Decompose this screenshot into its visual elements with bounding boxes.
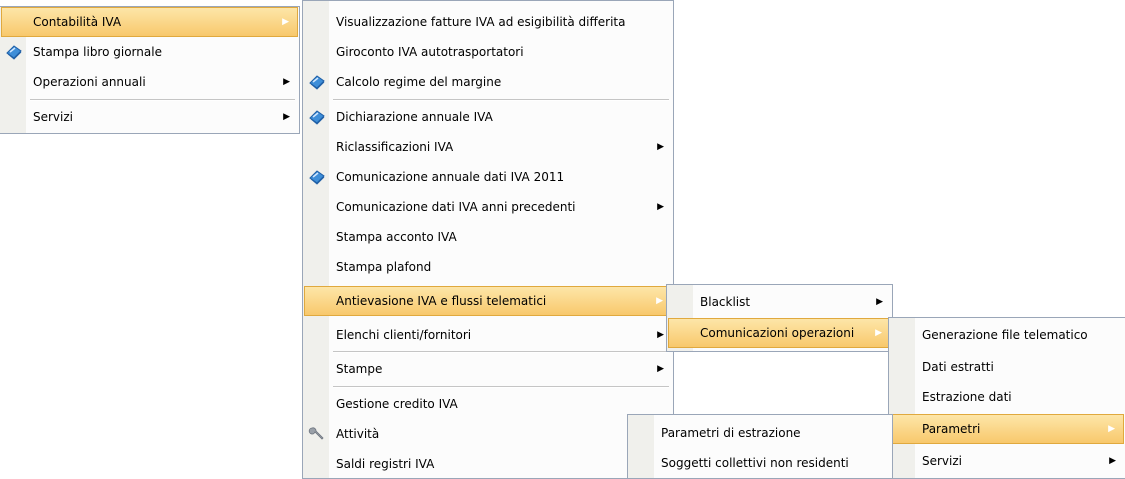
menu-item-label: Parametri xyxy=(922,422,981,436)
submenu-arrow-icon: ▶ xyxy=(282,17,289,27)
menu-separator xyxy=(333,351,669,353)
menu-item-label: Stampa acconto IVA xyxy=(336,230,457,244)
menu-item-riclassificazioni-iva[interactable]: Riclassificazioni IVA ▶ xyxy=(304,132,672,162)
submenu-arrow-icon: ▶ xyxy=(657,330,664,340)
submenu-arrow-icon: ▶ xyxy=(1108,424,1115,434)
menu-item-comunicazioni-operazioni[interactable]: Comunicazioni operazioni ▶ xyxy=(668,318,891,348)
menu-item-label: Contabilità IVA xyxy=(33,15,122,29)
book-icon xyxy=(5,43,23,61)
parametri-submenu: Parametri di estrazione Soggetti collett… xyxy=(627,414,893,479)
menu-separator xyxy=(333,386,669,388)
menu-item-label: Estrazione dati xyxy=(922,390,1012,404)
menu-item-label: Attività xyxy=(336,427,380,441)
menu-item-label: Giroconto IVA autotrasportatori xyxy=(336,45,524,59)
menu-item-label: Operazioni annuali xyxy=(33,75,146,89)
submenu-arrow-icon: ▶ xyxy=(656,296,663,306)
menu-item-label: Servizi xyxy=(33,110,74,124)
menu-item-label: Stampe xyxy=(336,362,383,376)
menu-item-elenchi-clienti[interactable]: Elenchi clienti/fornitori ▶ xyxy=(304,320,672,350)
menu-item-label: Generazione file telematico xyxy=(922,328,1088,342)
menu-item-dati-estratti[interactable]: Dati estratti xyxy=(890,352,1124,382)
menu-item-servizi-4[interactable]: Servizi ▶ xyxy=(890,446,1124,476)
menu-separator xyxy=(30,99,295,101)
menu-separator xyxy=(333,99,669,101)
menu-item-label: Dati estratti xyxy=(922,360,994,374)
menu-item-stampa-plafond[interactable]: Stampa plafond xyxy=(304,252,672,282)
menu-item-attivita[interactable]: Attività xyxy=(304,419,672,449)
submenu-arrow-icon: ▶ xyxy=(876,297,883,307)
menu-item-label: Stampa libro giornale xyxy=(33,45,162,59)
menu-item-comunicazione-anni-precedenti[interactable]: Comunicazione dati IVA anni precedenti ▶ xyxy=(304,192,672,222)
submenu-arrow-icon: ▶ xyxy=(1109,456,1116,466)
menu-item-label: Visualizzazione fatture IVA ad esigibili… xyxy=(336,15,626,29)
menu-item-label: Saldi registri IVA xyxy=(336,457,435,471)
menu-item-label: Blacklist xyxy=(700,295,751,309)
menu-item-comunicazione-annuale[interactable]: Comunicazione annuale dati IVA 2011 xyxy=(304,162,672,192)
menu-item-antievasione[interactable]: Antievasione IVA e flussi telematici ▶ xyxy=(304,286,672,316)
menu-item-label: Elenchi clienti/fornitori xyxy=(336,328,472,342)
menu-item-servizi[interactable]: Servizi ▶ xyxy=(1,102,298,132)
menu-item-label: Antievasione IVA e flussi telematici xyxy=(336,294,547,308)
menu-item-label: Soggetti collettivi non residenti xyxy=(661,456,849,470)
menu-item-visualizzazione-fatture[interactable]: Visualizzazione fatture IVA ad esigibili… xyxy=(304,7,672,37)
contabilita-iva-submenu: Visualizzazione fatture IVA ad esigibili… xyxy=(302,0,674,479)
menu-item-operazioni-annuali[interactable]: Operazioni annuali ▶ xyxy=(1,67,298,97)
menu-item-label: Comunicazione dati IVA anni precedenti xyxy=(336,200,576,214)
book-icon xyxy=(308,108,326,126)
menu-item-label: Riclassificazioni IVA xyxy=(336,140,454,154)
menu-item-label: Comunicazione annuale dati IVA 2011 xyxy=(336,170,565,184)
menu-item-parametri-estrazione[interactable]: Parametri di estrazione xyxy=(629,418,891,448)
main-menu: Contabilità IVA ▶ Stampa libro giornale … xyxy=(0,6,300,134)
menu-item-label: Stampa plafond xyxy=(336,260,432,274)
menu-item-label: Dichiarazione annuale IVA xyxy=(336,110,493,124)
wrench-icon xyxy=(308,425,326,443)
antievasione-submenu: Blacklist ▶ Comunicazioni operazioni ▶ xyxy=(666,284,893,352)
menu-item-soggetti-collettivi[interactable]: Soggetti collettivi non residenti xyxy=(629,448,891,478)
menu-item-label: Calcolo regime del margine xyxy=(336,75,502,89)
submenu-arrow-icon: ▶ xyxy=(283,112,290,122)
menu-item-gestione-credito[interactable]: Gestione credito IVA xyxy=(304,389,672,419)
book-icon xyxy=(308,168,326,186)
submenu-arrow-icon: ▶ xyxy=(875,328,882,338)
menu-item-dichiarazione-annuale[interactable]: Dichiarazione annuale IVA xyxy=(304,102,672,132)
menu-item-parametri[interactable]: Parametri ▶ xyxy=(890,414,1124,444)
menu-item-label: Gestione credito IVA xyxy=(336,397,458,411)
menu-item-calcolo-regime-margine[interactable]: Calcolo regime del margine xyxy=(304,67,672,97)
menu-item-contabilita-iva[interactable]: Contabilità IVA ▶ xyxy=(1,7,298,37)
menu-item-estrazione-dati[interactable]: Estrazione dati xyxy=(890,382,1124,412)
submenu-arrow-icon: ▶ xyxy=(657,142,664,152)
submenu-arrow-icon: ▶ xyxy=(283,77,290,87)
menu-item-label: Comunicazioni operazioni xyxy=(700,326,855,340)
menu-item-label: Parametri di estrazione xyxy=(661,426,801,440)
comunicazioni-operazioni-submenu: Generazione file telematico Dati estratt… xyxy=(888,317,1125,479)
menu-item-stampa-acconto[interactable]: Stampa acconto IVA xyxy=(304,222,672,252)
menu-item-generazione-file[interactable]: Generazione file telematico xyxy=(890,320,1124,350)
menu-item-stampe[interactable]: Stampe ▶ xyxy=(304,354,672,384)
menu-item-label: Servizi xyxy=(922,454,963,468)
submenu-arrow-icon: ▶ xyxy=(657,364,664,374)
menu-item-stampa-libro-giornale[interactable]: Stampa libro giornale xyxy=(1,37,298,67)
book-icon xyxy=(308,73,326,91)
submenu-arrow-icon: ▶ xyxy=(657,202,664,212)
menu-item-saldi-registri[interactable]: Saldi registri IVA xyxy=(304,449,672,479)
menu-item-blacklist[interactable]: Blacklist ▶ xyxy=(668,287,891,317)
menu-item-giroconto-iva[interactable]: Giroconto IVA autotrasportatori xyxy=(304,37,672,67)
